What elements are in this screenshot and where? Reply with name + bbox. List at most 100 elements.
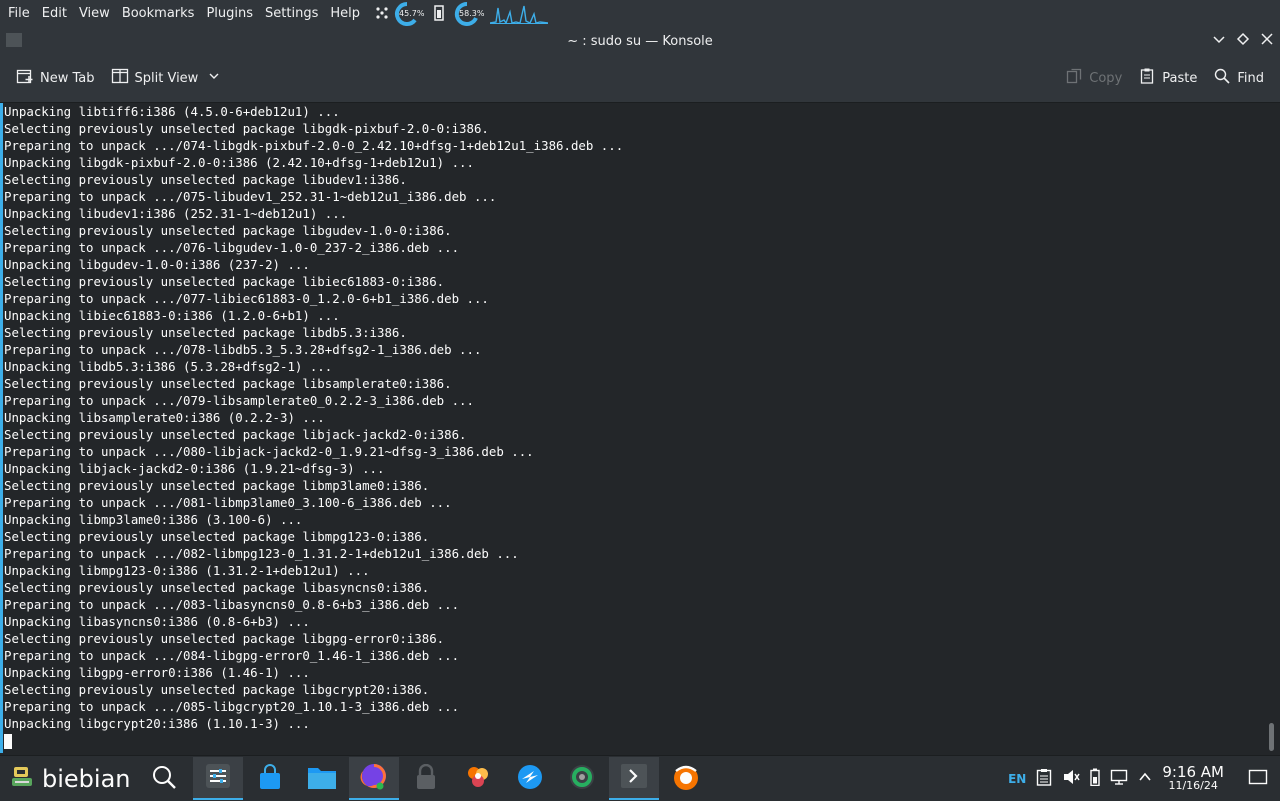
terminal-view[interactable]: Unpacking libtiff6:i386 (4.5.0-6+deb12u1…: [0, 103, 1280, 753]
paste-button[interactable]: Paste: [1130, 54, 1205, 102]
task-remote-app[interactable]: [505, 757, 555, 800]
chevron-up-icon[interactable]: [1138, 769, 1152, 788]
minimize-icon[interactable]: [1212, 32, 1226, 50]
task-firefox[interactable]: [348, 757, 399, 800]
package-app-icon: [672, 763, 700, 795]
task-system-settings[interactable]: [192, 757, 243, 800]
copy-button[interactable]: Copy: [1057, 54, 1130, 102]
memory-gauge: 58.3%: [454, 1, 484, 27]
system-tray: EN 9:16 AM 11/16/24: [1008, 756, 1280, 801]
memory-percent: 58.3%: [459, 9, 485, 18]
lock-icon: [414, 763, 438, 794]
chevron-down-icon[interactable]: [208, 70, 220, 86]
new-tab-icon: [16, 67, 34, 89]
window-titlebar[interactable]: ~ : sudo su — Konsole: [0, 28, 1280, 54]
terminal-line: Selecting previously unselected package …: [4, 682, 430, 697]
menu-edit[interactable]: Edit: [36, 0, 73, 28]
terminal-line: Preparing to unpack .../079-libsamplerat…: [4, 393, 474, 408]
terminal-line: Selecting previously unselected package …: [4, 427, 467, 442]
terminal-line: Selecting previously unselected package …: [4, 580, 430, 595]
terminal-line: Selecting previously unselected package …: [4, 325, 407, 340]
search-icon: [151, 764, 177, 794]
digital-clock[interactable]: 9:16 AM 11/16/24: [1162, 762, 1224, 793]
network-wired-icon[interactable]: [1110, 768, 1128, 790]
menu-settings[interactable]: Settings: [259, 0, 324, 28]
terminal-line: Selecting previously unselected package …: [4, 478, 430, 493]
volume-muted-icon[interactable]: [1062, 768, 1080, 790]
settings-sliders-icon: [205, 763, 231, 793]
terminal-line: Selecting previously unselected package …: [4, 631, 445, 646]
copy-label: Copy: [1089, 70, 1123, 86]
menu-plugins[interactable]: Plugins: [200, 0, 259, 28]
terminal-line: Selecting previously unselected package …: [4, 121, 489, 136]
clock-date: 11/16/24: [1168, 778, 1218, 792]
launcher-icon: [8, 763, 36, 795]
menu-bookmarks[interactable]: Bookmarks: [116, 0, 201, 28]
terminal-line: Unpacking libgpg-error0:i386 (1.46-1) ..…: [4, 665, 310, 680]
terminal-line: Preparing to unpack .../080-libjack-jack…: [4, 444, 534, 459]
maximize-icon[interactable]: [1236, 32, 1250, 50]
battery-icon[interactable]: [1090, 768, 1101, 790]
clock-time: 9:16 AM: [1162, 762, 1224, 781]
terminal-line: Selecting previously unselected package …: [4, 274, 445, 289]
clipboard-icon[interactable]: [1036, 768, 1052, 790]
terminal-line: Selecting previously unselected package …: [4, 376, 452, 391]
terminal-line: Selecting previously unselected package …: [4, 223, 452, 238]
copy-icon: [1065, 67, 1083, 89]
terminal-line: Selecting previously unselected package …: [4, 172, 407, 187]
terminal-line: Unpacking libgcrypt20:i386 (1.10.1-3) ..…: [4, 716, 310, 731]
split-view-label: Split View: [134, 70, 199, 86]
search-button[interactable]: [151, 764, 183, 794]
firefox-icon: [360, 762, 388, 794]
terminal-line: Preparing to unpack .../082-libmpg123-0_…: [4, 546, 519, 561]
split-view-button[interactable]: Split View: [103, 54, 229, 102]
terminal-line: Preparing to unpack .../075-libudev1_252…: [4, 189, 497, 204]
menu-view[interactable]: View: [73, 0, 116, 28]
konsole-app-icon[interactable]: [6, 33, 22, 47]
application-launcher[interactable]: biebian: [0, 763, 131, 795]
terminal-line: Unpacking libtiff6:i386 (4.5.0-6+deb12u1…: [4, 104, 340, 119]
menu-file[interactable]: File: [0, 0, 36, 28]
terminal-line: Preparing to unpack .../084-libgpg-error…: [4, 648, 460, 663]
terminal-line: Preparing to unpack .../083-libasyncns0_…: [4, 597, 460, 612]
folder-icon: [307, 764, 337, 794]
cpu-gauge: 45.7%: [394, 1, 424, 27]
task-colors-app[interactable]: [453, 757, 503, 800]
paste-icon: [1138, 67, 1156, 89]
terminal-line: Unpacking libasyncns0:i386 (0.8-6+b3) ..…: [4, 614, 310, 629]
taskbar: biebian EN 9:16 AM 11/16/24: [0, 755, 1280, 801]
launcher-label: biebian: [42, 764, 131, 793]
search-icon: [1213, 67, 1231, 89]
new-tab-label: New Tab: [40, 70, 95, 86]
terminal-line: Unpacking libsamplerate0:i386 (0.2.2-3) …: [4, 410, 325, 425]
find-button[interactable]: Find: [1205, 54, 1272, 102]
terminal-line: Unpacking libudev1:i386 (252.31-1~deb12u…: [4, 206, 348, 221]
terminal-line: Selecting previously unselected package …: [4, 529, 430, 544]
system-monitor-widget[interactable]: 45.7% 58.3%: [374, 1, 549, 27]
cpu-percent: 45.7%: [399, 9, 425, 18]
konsole-toolbar: New Tab Split View Copy Paste Find: [0, 54, 1280, 103]
memory-icon: [434, 4, 444, 24]
terminal-line: Preparing to unpack .../074-libgdk-pixbu…: [4, 138, 624, 153]
terminal-line: Unpacking libjack-jackd2-0:i386 (1.9.21~…: [4, 461, 385, 476]
task-file-manager[interactable]: [297, 757, 347, 800]
task-ubuntu-app[interactable]: [661, 757, 711, 800]
new-tab-button[interactable]: New Tab: [8, 54, 103, 102]
terminal-scrollbar[interactable]: [1269, 723, 1274, 751]
terminal-line: Unpacking libgudev-1.0-0:i386 (237-2) ..…: [4, 257, 310, 272]
show-desktop-icon[interactable]: [1248, 768, 1268, 790]
keyboard-layout[interactable]: EN: [1008, 772, 1026, 786]
window-title: ~ : sudo su — Konsole: [567, 33, 713, 49]
task-store[interactable]: [245, 757, 295, 800]
terminal-line: Unpacking libmpg123-0:i386 (1.31.2-1+deb…: [4, 563, 370, 578]
task-disk-app[interactable]: [557, 757, 607, 800]
terminal-line: Preparing to unpack .../078-libdb5.3_5.3…: [4, 342, 482, 357]
menu-help[interactable]: Help: [324, 0, 366, 28]
terminal-line: Preparing to unpack .../081-libmp3lame0_…: [4, 495, 452, 510]
terminal-line: Unpacking libiec61883-0:i386 (1.2.0-6+b1…: [4, 308, 340, 323]
close-icon[interactable]: [1260, 32, 1274, 50]
terminal-line: Unpacking libdb5.3:i386 (5.3.28+dfsg2-1)…: [4, 359, 333, 374]
store-bag-icon: [257, 763, 283, 794]
task-lock[interactable]: [401, 757, 451, 800]
task-konsole[interactable]: [608, 757, 659, 800]
